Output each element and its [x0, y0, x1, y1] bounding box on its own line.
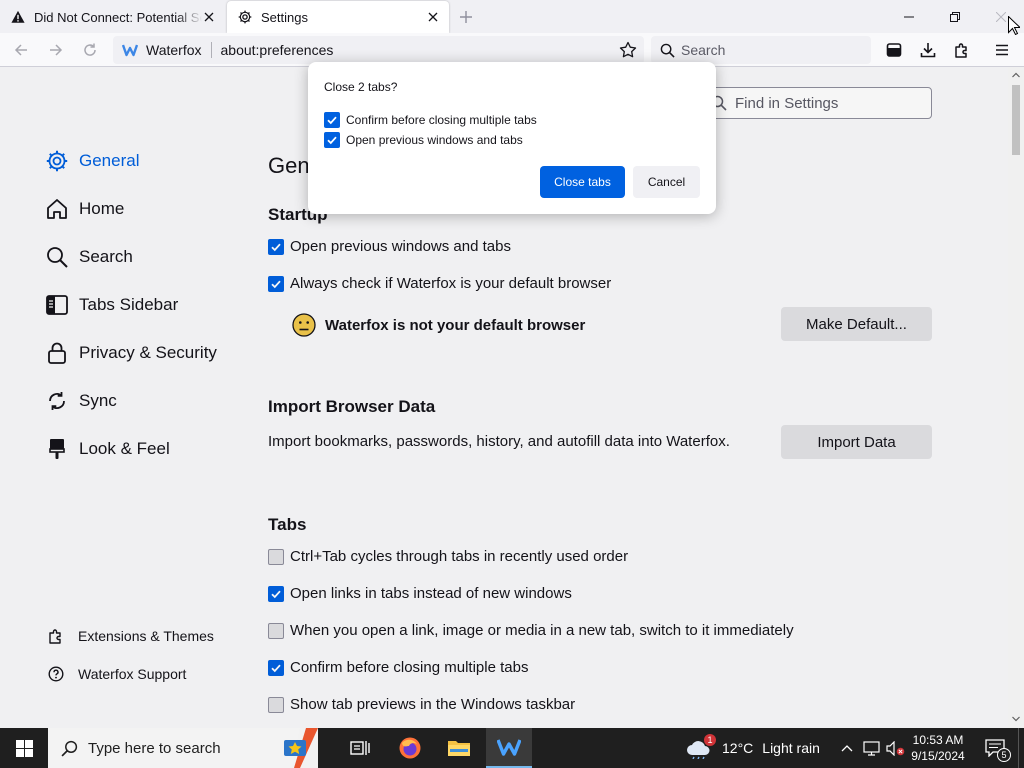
file-explorer-icon[interactable] [436, 728, 482, 768]
close-tab-icon[interactable] [201, 9, 217, 25]
tab-label: Did Not Connect: Potential Security Issu… [34, 9, 202, 25]
search-bar[interactable]: Search [651, 36, 871, 64]
close-tabs-dialog: Close 2 tabs? Confirm before closing mul… [308, 62, 716, 214]
waterfox-logo-icon [122, 44, 138, 57]
checkbox-checked-icon [324, 112, 340, 128]
clock-time: 10:53 AM [912, 733, 964, 747]
notification-center-icon[interactable]: 5 [980, 728, 1011, 768]
weather-condition: Light rain [762, 740, 820, 756]
search-icon [61, 740, 78, 757]
downloads-icon[interactable] [916, 38, 940, 62]
rain-cloud-icon: 1 [686, 734, 716, 759]
close-tabs-button[interactable]: Close tabs [540, 166, 625, 198]
taskbar-search-placeholder: Type here to search [88, 739, 221, 757]
warning-icon [10, 9, 26, 25]
search-placeholder: Search [681, 42, 726, 58]
pocket-icon[interactable] [882, 38, 906, 62]
back-icon[interactable] [9, 38, 33, 62]
windows-start-icon[interactable] [0, 728, 48, 768]
clock-date: 9/15/2024 [911, 749, 965, 763]
show-hidden-icons-icon[interactable] [838, 728, 856, 768]
taskbar-search-box[interactable]: Type here to search [48, 728, 318, 768]
system-clock[interactable]: 10:53 AM 9/15/2024 [906, 732, 970, 764]
reload-icon[interactable] [78, 38, 102, 62]
firefox-taskbar-icon[interactable] [387, 728, 433, 768]
search-icon [660, 43, 675, 58]
extensions-icon[interactable] [950, 38, 974, 62]
url-bar[interactable]: Waterfox about:preferences [113, 36, 644, 64]
checkbox-label: Open previous windows and tabs [346, 133, 523, 147]
tab-label: Settings [261, 9, 308, 25]
mouse-cursor-icon [1008, 15, 1022, 40]
scroll-up-icon[interactable] [1011, 70, 1021, 80]
dialog-title: Close 2 tabs? [324, 80, 398, 94]
restore-icon[interactable] [932, 0, 978, 33]
forward-icon[interactable] [44, 38, 68, 62]
weather-widget[interactable]: 1 12°C Light rain [686, 728, 820, 768]
new-tab-icon[interactable] [456, 7, 476, 27]
tab-settings[interactable]: Settings [227, 1, 449, 33]
url-separator [210, 42, 212, 58]
checkbox-checked-icon [324, 132, 340, 148]
tab-strip: Did Not Connect: Potential Security Issu… [0, 0, 1024, 33]
minimize-icon[interactable] [886, 0, 932, 33]
close-tab-icon[interactable] [425, 9, 441, 25]
checkbox-label: Confirm before closing multiple tabs [346, 113, 537, 127]
gear-icon [237, 9, 253, 25]
notification-count-badge: 5 [997, 748, 1011, 762]
bookmark-star-icon[interactable] [619, 41, 637, 62]
identity-label: Waterfox [146, 42, 202, 58]
dialog-confirm-close-checkbox[interactable]: Confirm before closing multiple tabs [324, 112, 537, 128]
page-scrollbar[interactable] [1008, 67, 1024, 728]
task-view-icon[interactable] [337, 728, 383, 768]
tab-security-issue[interactable]: Did Not Connect: Potential Security Issu… [0, 1, 225, 33]
volume-muted-icon[interactable] [884, 728, 906, 768]
url-text[interactable]: about:preferences [221, 42, 334, 58]
waterfox-taskbar-icon[interactable] [486, 728, 532, 768]
cancel-button[interactable]: Cancel [633, 166, 700, 198]
scrollbar-thumb[interactable] [1012, 85, 1020, 155]
weather-temperature: 12°C [722, 740, 754, 756]
windows-taskbar: Type here to search 1 12°C Light rain 10… [0, 728, 1024, 768]
scroll-down-icon[interactable] [1011, 714, 1021, 724]
show-desktop-button[interactable] [1018, 728, 1024, 768]
dialog-open-previous-checkbox[interactable]: Open previous windows and tabs [324, 132, 523, 148]
search-highlight-icon [284, 728, 318, 768]
menu-icon[interactable] [990, 38, 1014, 62]
network-icon[interactable] [860, 728, 882, 768]
weather-alert-badge: 1 [704, 734, 716, 746]
